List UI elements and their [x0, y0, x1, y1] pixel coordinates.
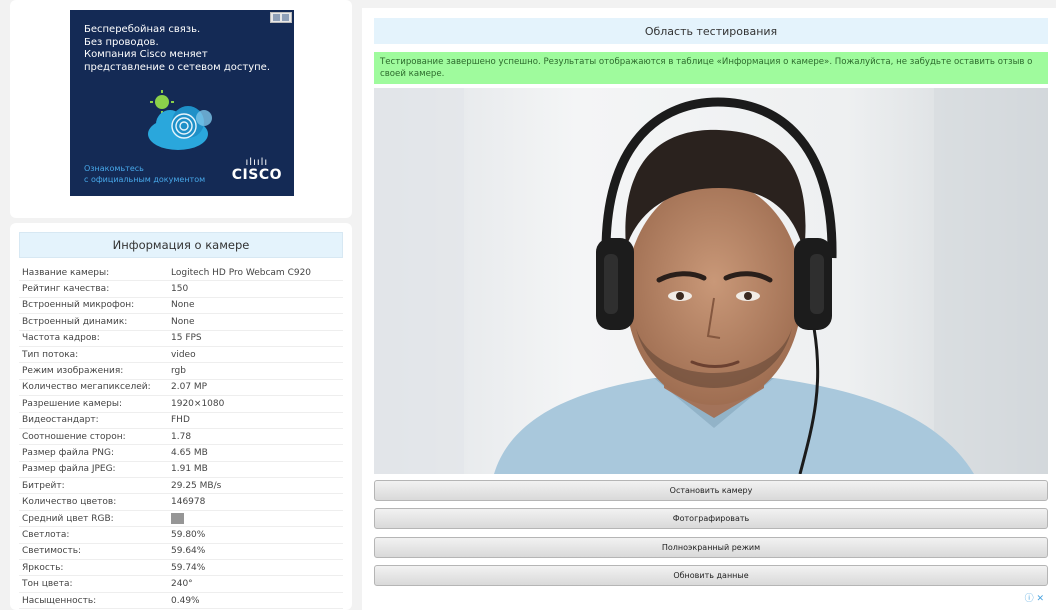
camera-info-table: Название камеры: Logitech HD Pro Webcam C… [19, 265, 343, 610]
camera-frame-illustration [374, 88, 1048, 474]
camera-info-value [171, 513, 343, 525]
ad-line: Без проводов. [84, 36, 159, 48]
camera-info-label: Светимость: [22, 546, 82, 557]
camera-info-value: 146978 [171, 497, 206, 508]
camera-info-label: Битрейт: [22, 480, 65, 491]
camera-info-row: Размер файла JPEG: 1.91 MB [19, 462, 343, 479]
camera-info-label: Название камеры: [22, 267, 110, 278]
camera-info-row: Средний цвет RGB: [19, 511, 343, 528]
ad-line: Бесперебойная связь. [84, 24, 201, 35]
camera-info-label: Частота кадров: [22, 333, 100, 344]
take-photo-button[interactable]: Фотографировать [374, 508, 1048, 529]
camera-info-row: Встроенный динамик: None [19, 314, 343, 331]
camera-info-value: 240° [171, 579, 193, 590]
camera-info-value: 1920×1080 [171, 398, 225, 409]
camera-info-label: Тип потока: [22, 349, 79, 360]
camera-info-label: Количество цветов: [22, 497, 117, 508]
camera-info-row: Название камеры: Logitech HD Pro Webcam C… [19, 265, 343, 282]
camera-info-row: Битрейт: 29.25 MB/s [19, 478, 343, 495]
testing-area-title: Область тестирования [374, 18, 1048, 44]
ad-close-icon[interactable] [270, 12, 292, 23]
left-column: Бесперебойная связь. Без проводов. Компа… [10, 0, 352, 610]
camera-info-row: Количество цветов: 146978 [19, 494, 343, 511]
camera-info-row: Тип потока: video [19, 347, 343, 364]
camera-info-row: Частота кадров: 15 FPS [19, 331, 343, 347]
camera-info-value: 1.78 [171, 431, 192, 442]
camera-info-label: Размер файла PNG: [22, 447, 114, 458]
camera-info-value: Logitech HD Pro Webcam C920 [171, 267, 312, 278]
camera-info-label: Встроенный микрофон: [22, 300, 135, 311]
camera-info-label: Рейтинг качества: [22, 284, 110, 295]
camera-info-value: 0.49% [171, 595, 200, 606]
camera-info-value: 4.65 MB [171, 447, 208, 458]
camera-info-row: Яркость: 59.74% [19, 560, 343, 577]
camera-info-row: Тон цвета: 240° [19, 576, 343, 593]
average-color-swatch [171, 513, 184, 525]
camera-info-value: 2.07 MP [171, 382, 208, 393]
camera-info-label: Светлота: [22, 529, 70, 540]
camera-info-label: Разрешение камеры: [22, 398, 123, 409]
camera-info-label: Видеостандарт: [22, 415, 99, 426]
camera-info-row: Режим изображения: rgb [19, 363, 343, 380]
refresh-data-button[interactable]: Обновить данные [374, 565, 1048, 586]
page: Бесперебойная связь. Без проводов. Компа… [0, 0, 1056, 610]
camera-info-value: 59.64% [171, 546, 206, 557]
camera-info-value: video [171, 349, 196, 360]
camera-info-label: Средний цвет RGB: [22, 513, 114, 524]
ad-line: представление о сетевом доступе. [84, 61, 271, 73]
camera-info-label: Размер файла JPEG: [22, 464, 116, 475]
camera-info-row: Насыщенность: 0.49% [19, 593, 343, 610]
stop-camera-button[interactable]: Остановить камеру [374, 480, 1048, 501]
ad-link-line: Ознакомьтесь [84, 164, 144, 173]
camera-info-row: Видеостандарт: FHD [19, 413, 343, 429]
camera-info-row: Светимость: 59.64% [19, 544, 343, 561]
camera-info-row: Встроенный микрофон: None [19, 298, 343, 315]
camera-info-value: 59.74% [171, 562, 206, 573]
camera-info-value: 59.80% [171, 529, 206, 540]
camera-info-value: None [171, 300, 195, 311]
camera-info-value: FHD [171, 415, 190, 426]
testing-area: Область тестирования Тестирование заверш… [362, 8, 1056, 610]
camera-info-label: Яркость: [22, 562, 64, 573]
ad-link[interactable]: Ознакомьтесь с официальным документом [84, 163, 205, 185]
camera-info-title: Информация о камере [19, 232, 343, 258]
cisco-ad-banner[interactable]: Бесперебойная связь. Без проводов. Компа… [70, 10, 294, 196]
camera-info-label: Количество мегапикселей: [22, 382, 151, 393]
cloud-fingerprint-icon [148, 90, 212, 150]
ad-choices-icon[interactable]: ⓘ ✕ [1025, 591, 1044, 604]
camera-info-label: Режим изображения: [22, 366, 124, 377]
status-message: Тестирование завершено успешно. Результа… [374, 52, 1048, 84]
camera-info-row: Рейтинг качества: 150 [19, 281, 343, 298]
ad-card: Бесперебойная связь. Без проводов. Компа… [10, 0, 352, 218]
camera-info-label: Соотношение сторон: [22, 431, 126, 442]
camera-info-row: Размер файла PNG: 4.65 MB [19, 445, 343, 462]
camera-info-label: Насыщенность: [22, 595, 97, 606]
camera-info-label: Тон цвета: [22, 579, 73, 590]
camera-info-label: Встроенный динамик: [22, 316, 128, 327]
camera-video-feed [374, 88, 1048, 474]
cisco-logo-text: CISCO [231, 167, 282, 183]
camera-info-row: Разрешение камеры: 1920×1080 [19, 396, 343, 413]
ad-link-line: с официальным документом [84, 175, 206, 184]
camera-info-panel: Информация о камере Название камеры: Logi… [10, 223, 352, 610]
ad-line: Компания Cisco меняет [84, 49, 208, 60]
camera-info-row: Светлота: 59.80% [19, 527, 343, 544]
camera-info-value: 29.25 MB/s [171, 480, 222, 491]
camera-info-value: rgb [171, 366, 186, 377]
camera-info-value: None [171, 316, 195, 327]
cisco-logo: ılıılı CISCO [231, 158, 282, 183]
camera-info-value: 150 [171, 284, 189, 295]
ad-text: Бесперебойная связь. Без проводов. Компа… [84, 24, 270, 74]
camera-info-row: Соотношение сторон: 1.78 [19, 429, 343, 446]
camera-info-value: 1.91 MB [171, 464, 208, 475]
camera-info-value: 15 FPS [171, 333, 202, 344]
camera-info-row: Количество мегапикселей: 2.07 MP [19, 380, 343, 397]
fullscreen-button[interactable]: Полноэкранный режим [374, 537, 1048, 558]
